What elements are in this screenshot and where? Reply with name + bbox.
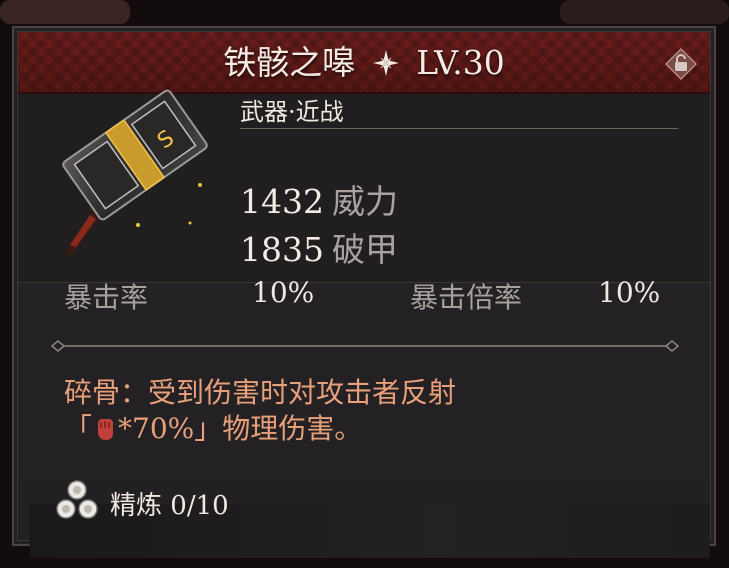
background-panel-left bbox=[0, 0, 130, 24]
ornamental-divider bbox=[50, 340, 680, 352]
crit-mult-value: 10% bbox=[598, 276, 661, 309]
stat-label: 威力 bbox=[331, 182, 398, 221]
stat-row-power: 1432 威力 bbox=[240, 175, 398, 223]
crit-mult-label: 暴击倍率 bbox=[410, 281, 523, 314]
stat-value: 1835 bbox=[240, 230, 324, 269]
effect-line-1: 碎骨：受到伤害时对攻击者反射 bbox=[64, 376, 457, 409]
refine-orbs-icon bbox=[56, 480, 98, 519]
hammer-weapon-icon: S bbox=[62, 89, 208, 255]
effect-line-2: 「 *70%」物理伤害。 bbox=[64, 411, 624, 447]
stat-row-armor-break: 1835 破甲 bbox=[240, 223, 398, 271]
effect-line-2-text: *70%」物理伤害。 bbox=[118, 412, 363, 445]
stat-value: 1432 bbox=[240, 182, 324, 221]
unlocked-padlock-icon[interactable] bbox=[664, 47, 698, 81]
item-level: LV.30 bbox=[416, 43, 505, 82]
refine-status: 精炼 0/10 bbox=[110, 485, 229, 522]
sparkle-star-icon bbox=[372, 50, 399, 76]
item-type: 武器·近战 bbox=[240, 98, 344, 126]
background-panel-right bbox=[560, 0, 729, 24]
refine-value: 0/10 bbox=[170, 491, 229, 521]
refine-label: 精炼 bbox=[110, 491, 163, 521]
effect-bracket-open: 「 bbox=[64, 412, 93, 445]
type-divider bbox=[240, 128, 678, 129]
effect-description: 碎骨：受到伤害时对攻击者反射 「 *70%」物理伤害。 bbox=[64, 375, 624, 447]
crit-rate-label: 暴击率 bbox=[64, 281, 149, 314]
fist-icon bbox=[98, 419, 114, 440]
stat-label: 破甲 bbox=[331, 230, 398, 269]
crit-rate-value: 10% bbox=[252, 276, 315, 309]
item-name: 铁骸之嗥 bbox=[223, 43, 356, 82]
